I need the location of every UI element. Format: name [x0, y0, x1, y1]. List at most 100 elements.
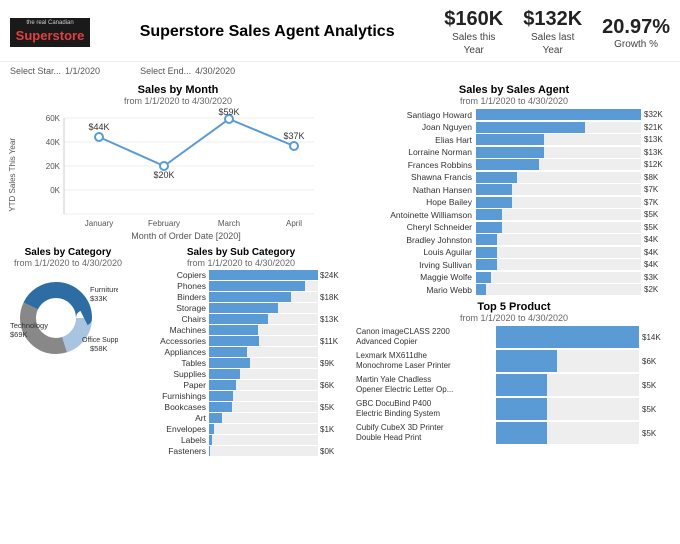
list-item: Frances Robbins $12K	[356, 159, 672, 170]
svg-text:40K: 40K	[46, 138, 61, 147]
agent-label: Elias Hart	[356, 135, 476, 145]
bar-label: Accessories	[134, 336, 209, 346]
bar-label: Bookcases	[134, 402, 209, 412]
kpi1-value: $160K	[444, 8, 503, 31]
bar-label: Labels	[134, 435, 209, 445]
svg-text:Technology: Technology	[10, 321, 48, 330]
logo-area: the real Canadian Superstore	[10, 18, 90, 47]
list-item: Copiers $24K	[134, 270, 348, 280]
kpi3-label: Growth %	[602, 39, 670, 50]
top5-track	[496, 326, 639, 348]
list-item: Appliances	[134, 347, 348, 357]
bar-label: Chairs	[134, 314, 209, 324]
bar-label: Art	[134, 413, 209, 423]
top5-value: $5K	[642, 429, 672, 438]
list-item: Labels	[134, 435, 348, 445]
start-date-value: 1/1/2020	[65, 66, 100, 76]
top5-value: $14K	[642, 333, 672, 342]
bar-fill	[209, 446, 210, 456]
start-date-filter[interactable]: Select Star... 1/1/2020	[10, 66, 100, 76]
top5-title: Top 5 Product	[356, 301, 672, 313]
category-title: Sales by Category	[8, 247, 128, 258]
svg-text:$58K: $58K	[90, 344, 108, 353]
agent-value: $21K	[644, 123, 672, 132]
agent-value: $5K	[644, 210, 672, 219]
agent-fill	[476, 234, 497, 245]
list-item: GBC DocuBind P400Electric Binding System…	[356, 398, 672, 420]
subcategory-section: Sales by Sub Category from 1/1/2020 to 4…	[134, 247, 348, 457]
agent-label: Maggie Wolfe	[356, 272, 476, 282]
line-chart-subtitle: from 1/1/2020 to 4/30/2020	[8, 96, 348, 106]
agent-track	[476, 134, 641, 145]
bar-fill	[209, 402, 232, 412]
agent-track	[476, 184, 641, 195]
bar-fill	[209, 424, 214, 434]
agent-label: Santiago Howard	[356, 110, 476, 120]
list-item: Hope Bailey $7K	[356, 197, 672, 208]
agent-track	[476, 172, 641, 183]
agent-track	[476, 109, 641, 120]
subcategory-bars: Copiers $24K Phones Binders $18K Storage…	[134, 270, 348, 456]
agent-fill	[476, 172, 517, 183]
list-item: Art	[134, 413, 348, 423]
svg-text:Office Supplies: Office Supplies	[82, 337, 118, 344]
bar-fill	[209, 380, 236, 390]
agent-section: Sales by Sales Agent from 1/1/2020 to 4/…	[356, 84, 672, 295]
bar-fill	[209, 435, 212, 445]
left-panel: Sales by Month from 1/1/2020 to 4/30/202…	[8, 84, 348, 457]
page-title-area: Superstore Sales Agent Analytics	[90, 22, 444, 43]
agent-fill	[476, 159, 539, 170]
list-item: Furnishings	[134, 391, 348, 401]
agent-track	[476, 234, 641, 245]
agent-value: $12K	[644, 160, 672, 169]
agent-fill	[476, 197, 512, 208]
bar-value: $24K	[320, 271, 348, 280]
bar-track	[209, 314, 318, 324]
agent-label: Irving Sullivan	[356, 260, 476, 270]
bar-track	[209, 391, 318, 401]
end-date-filter[interactable]: Select End... 4/30/2020	[140, 66, 235, 76]
list-item: Cubify CubeX 3D PrinterDouble Head Print…	[356, 422, 672, 444]
bar-fill	[209, 314, 268, 324]
logo-tagline: the real Canadian	[14, 20, 86, 28]
list-item: Supplies	[134, 369, 348, 379]
agent-fill	[476, 259, 497, 270]
end-date-value: 4/30/2020	[195, 66, 235, 76]
bar-label: Supplies	[134, 369, 209, 379]
bar-track	[209, 358, 318, 368]
bar-value: $11K	[320, 337, 348, 346]
bar-fill	[209, 336, 259, 346]
top5-fill	[496, 398, 547, 420]
list-item: Lexmark MX611dheMonochrome Laser Printer…	[356, 350, 672, 372]
list-item: Irving Sullivan $4K	[356, 259, 672, 270]
line-chart-title: Sales by Month	[8, 84, 348, 96]
bar-track	[209, 292, 318, 302]
line-chart-svg: 60K 40K 20K 0K	[24, 108, 324, 228]
agent-track	[476, 272, 641, 283]
bar-fill	[209, 358, 250, 368]
logo-name: Superstore	[14, 28, 86, 45]
bar-value: $0K	[320, 447, 348, 456]
header: the real Canadian Superstore Superstore …	[0, 0, 680, 62]
agent-value: $13K	[644, 148, 672, 157]
bar-label: Binders	[134, 292, 209, 302]
top5-track	[496, 374, 639, 396]
kpi-growth: 20.97% Growth %	[602, 16, 670, 50]
agent-value: $2K	[644, 285, 672, 294]
top5-fill	[496, 374, 547, 396]
agent-value: $4K	[644, 260, 672, 269]
bar-value: $9K	[320, 359, 348, 368]
bar-fill	[209, 303, 278, 313]
logo: the real Canadian Superstore	[10, 18, 90, 47]
kpi3-value: 20.97%	[602, 16, 670, 39]
agent-label: Nathan Hansen	[356, 185, 476, 195]
agent-track	[476, 197, 641, 208]
bar-value: $13K	[320, 315, 348, 324]
start-label: Select Star...	[10, 66, 61, 76]
agent-value: $8K	[644, 173, 672, 182]
bar-fill	[209, 413, 222, 423]
agent-fill	[476, 284, 486, 295]
svg-text:March: March	[218, 219, 240, 228]
top5-label: Canon imageCLASS 2200Advanced Copier	[356, 327, 496, 348]
top5-fill	[496, 350, 557, 372]
